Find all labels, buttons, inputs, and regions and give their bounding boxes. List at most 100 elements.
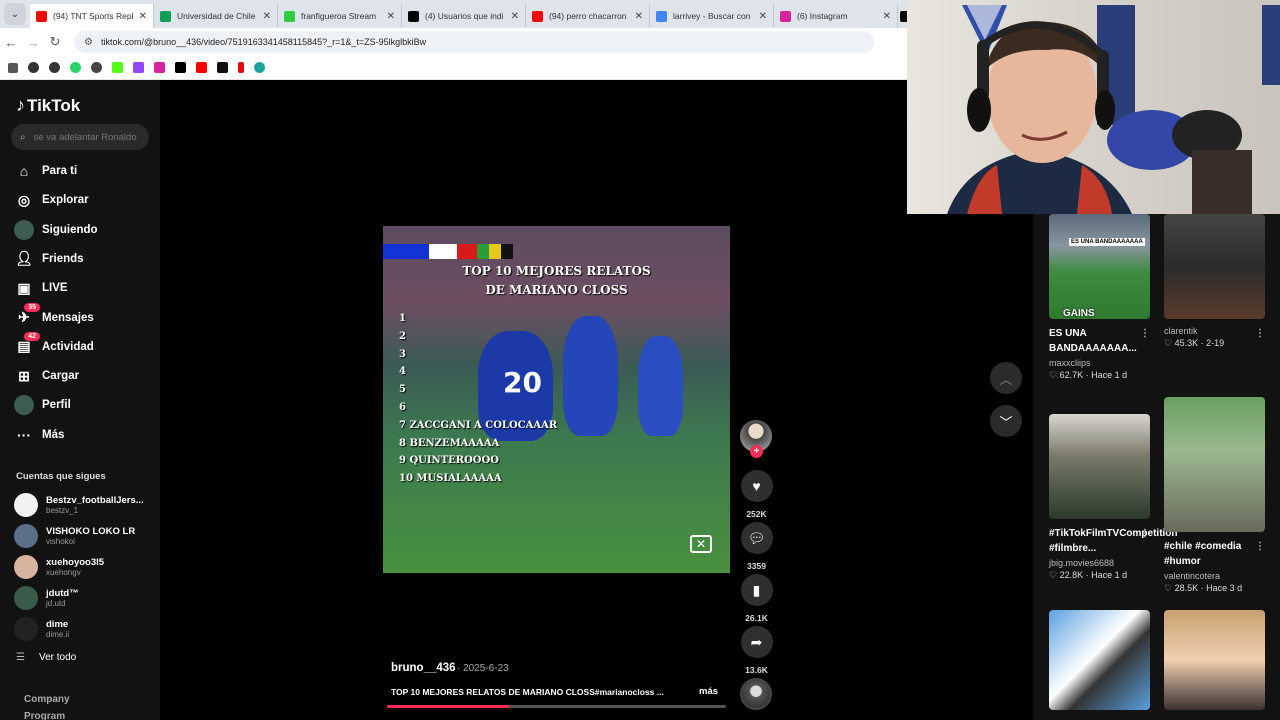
follow-plus-icon[interactable]: +: [750, 445, 763, 458]
video-thumbnail[interactable]: ES UNA BANDAAAAAAA GAINS: [1049, 214, 1150, 319]
tab-close-icon[interactable]: ✕: [635, 11, 643, 22]
sidebar-item-profile[interactable]: ● Perfil: [14, 393, 71, 417]
sidebar-item-home[interactable]: ⌂ Para ti: [14, 159, 77, 183]
bookmark-chatgpt-icon[interactable]: [49, 62, 60, 73]
related-video-card[interactable]: ⋮ clarentik ♡ 45.3K · 2-19: [1164, 214, 1265, 349]
tab-favicon-icon: [408, 10, 419, 22]
forward-icon[interactable]: →: [22, 35, 44, 50]
more-options-icon[interactable]: ⋮: [1140, 526, 1150, 541]
sidebar-item-upload[interactable]: ⊞ Cargar: [14, 364, 79, 388]
tiktok-logo[interactable]: ♪ TikTok: [16, 95, 80, 116]
screen: ⌄ (94) TNT Sports Repl ✕ Universidad de Ch…: [0, 0, 1280, 720]
related-video-card[interactable]: ES UNA BANDAAAAAAA GAINS ES UNA BANDAAAAAA…: [1049, 214, 1150, 381]
heart-icon[interactable]: ♥: [740, 470, 773, 502]
sidebar-item-messages[interactable]: ✈ 35 Mensajes: [14, 302, 94, 330]
see-all-link[interactable]: ☰ Ver todo: [16, 652, 76, 663]
search-box[interactable]: ⌕: [11, 124, 149, 150]
tab-favicon-icon: [780, 10, 791, 22]
video-author[interactable]: jbig.movies6688: [1049, 558, 1150, 568]
bookmark-edge-icon[interactable]: [254, 62, 265, 73]
tab-search-icon[interactable]: ⌄: [4, 3, 26, 25]
tab-close-icon[interactable]: ✕: [759, 11, 767, 22]
more-button[interactable]: más: [699, 686, 718, 697]
followed-account[interactable]: Bestzv_footballJers... bestzv_1: [14, 491, 144, 519]
like-action[interactable]: ♥ 252K: [740, 470, 773, 519]
tab-close-icon[interactable]: ✕: [883, 11, 891, 22]
browser-tab[interactable]: (6) Instagram ✕: [774, 4, 898, 28]
bookmark-x-icon[interactable]: [175, 62, 186, 73]
apps-grid-icon[interactable]: [8, 62, 18, 73]
bookmark-twitch-icon[interactable]: [133, 62, 144, 73]
video-thumbnail[interactable]: [1164, 214, 1265, 319]
video-progress-bar[interactable]: [387, 705, 726, 708]
more-options-icon[interactable]: ⋮: [1255, 539, 1265, 554]
comment-icon[interactable]: 💬︎: [740, 522, 773, 554]
video-author[interactable]: bruno__436: [391, 662, 456, 674]
browser-tab[interactable]: (94) TNT Sports Repl ✕: [30, 4, 154, 28]
browser-tab[interactable]: (94) perro chacarron ✕: [526, 4, 650, 28]
reload-icon[interactable]: ↻: [44, 34, 66, 50]
sidebar-item-activity[interactable]: ▤ 42 Actividad: [14, 331, 94, 359]
video-thumbnail[interactable]: [1164, 397, 1265, 532]
video-title[interactable]: ES UNA BANDAAAAAAA... ⋮: [1049, 326, 1150, 356]
site-settings-icon[interactable]: ⚙: [84, 37, 93, 48]
browser-tab[interactable]: (4) Usuarios que indi ✕: [402, 4, 526, 28]
bookmark-globe-icon[interactable]: [28, 62, 39, 73]
browser-tab[interactable]: Universidad de Chile ✕: [154, 4, 278, 28]
followed-account[interactable]: dime dime.ii: [14, 615, 69, 643]
video-title[interactable]: #TikTokFilmTVCompetition #filmbre... ⋮: [1049, 526, 1178, 556]
save-action[interactable]: ▮ 26.1K: [740, 574, 773, 623]
related-video-card[interactable]: #chile #comedia #humor ⋮ valentincotera ♡ 2…: [1164, 397, 1265, 594]
sidebar-item-more[interactable]: ··· Más: [14, 423, 64, 447]
related-video-card[interactable]: [1049, 610, 1150, 710]
bookmark-kick-icon[interactable]: [112, 62, 123, 73]
video-player[interactable]: 20 TOP 10 MEJORES RELATOS DE MARIANO CLO…: [383, 226, 730, 573]
bookmark-youtube-icon[interactable]: [196, 62, 207, 73]
more-options-icon[interactable]: ⋮: [1255, 326, 1265, 341]
bookmark-netflix-icon[interactable]: [238, 62, 244, 73]
sidebar-item-friends[interactable]: 👤︎ Friends: [14, 247, 83, 271]
tab-close-icon[interactable]: ✕: [139, 11, 147, 22]
back-icon[interactable]: ←: [0, 35, 22, 50]
related-video-card[interactable]: #TikTokFilmTVCompetition #filmbre... ⋮ jbi…: [1049, 414, 1178, 581]
video-author[interactable]: valentincotera: [1164, 571, 1265, 581]
bookmark-instagram-icon[interactable]: [154, 62, 165, 73]
tab-close-icon[interactable]: ✕: [387, 11, 395, 22]
video-author[interactable]: maxxcliips: [1049, 358, 1150, 368]
music-disc-avatar[interactable]: [740, 678, 772, 710]
ranking-line: 9 QUINTEROOOO: [399, 455, 499, 467]
prev-video-button[interactable]: ︿: [990, 362, 1022, 394]
followed-account[interactable]: jdutd™ jd.utd: [14, 584, 79, 612]
sidebar-item-live[interactable]: ▣ LIVE: [14, 276, 67, 300]
video-thumbnail[interactable]: [1049, 610, 1150, 710]
share-action[interactable]: ➦ 13.6K: [740, 626, 773, 675]
sidebar-item-compass[interactable]: ◎ Explorar: [14, 188, 89, 212]
url-field[interactable]: ⚙ tiktok.com/@bruno__436/video/751916334…: [74, 31, 874, 53]
footer-company-link[interactable]: Company: [24, 694, 70, 705]
video-title[interactable]: #chile #comedia #humor ⋮: [1164, 539, 1265, 569]
bookmark-tiktok-icon[interactable]: [217, 62, 228, 73]
video-author[interactable]: clarentik: [1164, 326, 1265, 336]
footer-program-link[interactable]: Program: [24, 711, 65, 720]
share-icon[interactable]: ➦: [740, 626, 773, 658]
tab-close-icon[interactable]: ✕: [263, 11, 271, 22]
browser-tab[interactable]: larrivey - Buscar con ✕: [650, 4, 774, 28]
ranking-line: 10 MUSIALAAAAA: [399, 473, 502, 485]
bookmark-whatsapp-icon[interactable]: [70, 62, 81, 73]
bookmark-globe2-icon[interactable]: [91, 62, 102, 73]
tab-close-icon[interactable]: ✕: [511, 11, 519, 22]
more-options-icon[interactable]: ⋮: [1140, 326, 1150, 341]
sidebar-item-following[interactable]: ● Siguiendo: [14, 218, 98, 242]
bookmark-icon[interactable]: ▮: [740, 574, 773, 606]
comment-action[interactable]: 💬︎ 3359: [740, 522, 773, 571]
avatar: [14, 617, 38, 641]
related-video-card[interactable]: [1164, 610, 1265, 710]
next-video-button[interactable]: ﹀: [990, 405, 1022, 437]
video-thumbnail[interactable]: [1164, 610, 1265, 710]
followed-account[interactable]: VISHOKO LOKO LR vishokol: [14, 522, 135, 550]
search-input[interactable]: [33, 131, 144, 143]
video-title-text: #TikTokFilmTVCompetition #filmbre...: [1049, 528, 1178, 554]
video-thumbnail[interactable]: [1049, 414, 1150, 519]
browser-tab[interactable]: franfigueroa Stream ✕: [278, 4, 402, 28]
followed-account[interactable]: xuehoyoo3l5 xuehongv: [14, 553, 104, 581]
